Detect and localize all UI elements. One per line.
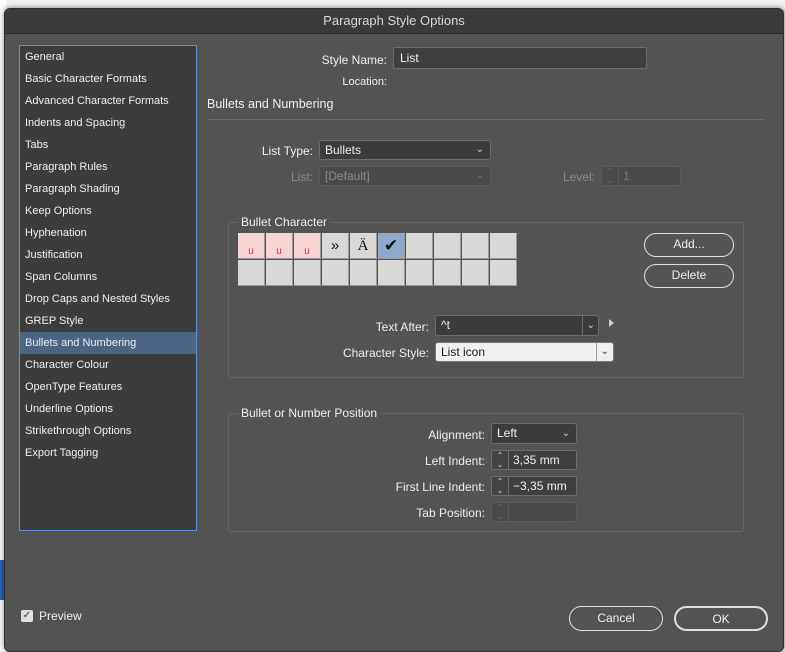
style-name-label: Style Name: — [321, 53, 387, 67]
alignment-label: Alignment: — [428, 428, 485, 442]
bullet-glyph: » — [330, 237, 340, 254]
bullet-position-title: Bullet or Number Position — [238, 406, 381, 420]
add-glyph-button[interactable]: Add... — [644, 233, 734, 257]
style-name-input[interactable]: List — [393, 47, 647, 69]
tab-position-label: Tab Position: — [416, 506, 485, 520]
bullet-glyph-cell[interactable]: u — [238, 233, 265, 259]
first-line-indent-label: First Line Indent: — [395, 480, 485, 494]
bullet-glyph-cell-empty[interactable] — [462, 260, 489, 286]
paragraph-style-options-dialog: Paragraph Style Options General Basic Cha… — [4, 8, 784, 652]
bullet-glyph-cell[interactable]: u — [266, 233, 293, 259]
chevron-down-icon: ⌄ — [475, 144, 484, 155]
sidebar-item-bullets-and-numbering[interactable]: Bullets and Numbering — [20, 332, 196, 354]
stepper-icon[interactable]: ⌃ ⌄ — [491, 502, 509, 522]
checkmark-icon: ✔ — [383, 236, 399, 255]
category-list: General Basic Character Formats Advanced C… — [19, 45, 197, 531]
level-stepper-icon[interactable]: ⌃ ⌄ — [601, 166, 619, 186]
delete-glyph-button[interactable]: Delete — [644, 264, 734, 288]
sidebar-item-keep-options[interactable]: Keep Options — [20, 200, 196, 222]
bullet-character-title: Bullet Character — [238, 215, 331, 229]
bullet-glyph: u — [276, 246, 282, 257]
section-divider — [207, 119, 765, 120]
list-select[interactable]: [Default] ⌄ — [319, 166, 491, 186]
alignment-value: Left — [497, 426, 518, 440]
list-label: List: — [290, 170, 313, 184]
character-style-select[interactable]: List icon ⌄ — [435, 342, 614, 362]
sidebar-item-tabs[interactable]: Tabs — [20, 134, 196, 156]
preview-checkbox[interactable]: ✓ — [21, 610, 33, 622]
bullet-glyph-cell-empty[interactable] — [490, 260, 517, 286]
bullet-glyph-cell-empty[interactable] — [406, 233, 433, 259]
sidebar-item-span-columns[interactable]: Span Columns — [20, 266, 196, 288]
left-indent-label: Left Indent: — [424, 454, 485, 468]
first-line-indent-input[interactable]: −3,35 mm — [509, 476, 577, 496]
sidebar-item-drop-caps-and-nested-styles[interactable]: Drop Caps and Nested Styles — [20, 288, 196, 310]
bullet-glyph: Ä — [357, 238, 369, 254]
location-label: Location: — [342, 76, 387, 88]
section-title: Bullets and Numbering — [207, 97, 334, 111]
list-type-select[interactable]: Bullets ⌄ — [319, 140, 491, 160]
sidebar-item-strikethrough-options[interactable]: Strikethrough Options — [20, 420, 196, 442]
sidebar-item-indents-and-spacing[interactable]: Indents and Spacing — [20, 112, 196, 134]
sidebar-item-paragraph-rules[interactable]: Paragraph Rules — [20, 156, 196, 178]
list-value: [Default] — [325, 169, 370, 183]
bullet-glyph-cell-empty[interactable] — [406, 260, 433, 286]
alignment-select[interactable]: Left ⌄ — [491, 423, 577, 444]
sidebar-item-opentype-features[interactable]: OpenType Features — [20, 376, 196, 398]
bullet-glyph-cell-empty[interactable] — [434, 260, 461, 286]
bullet-glyph-cell-empty[interactable] — [462, 233, 489, 259]
bullet-glyph-cell-empty[interactable] — [490, 233, 517, 259]
sidebar-item-hyphenation[interactable]: Hyphenation — [20, 222, 196, 244]
text-after-label: Text After: — [375, 320, 429, 334]
sidebar-item-justification[interactable]: Justification — [20, 244, 196, 266]
character-style-value: List icon — [441, 345, 486, 359]
text-after-combo[interactable]: ^t ⌄ — [435, 315, 599, 336]
sidebar-item-advanced-character-formats[interactable]: Advanced Character Formats — [20, 90, 196, 112]
left-indent-input[interactable]: 3,35 mm — [509, 450, 577, 470]
ok-button[interactable]: OK — [674, 606, 768, 631]
level-label: Level: — [562, 170, 595, 184]
bullet-glyph: u — [248, 246, 254, 257]
bullet-glyph-cell-empty[interactable] — [238, 260, 265, 286]
dialog-title: Paragraph Style Options — [5, 9, 783, 34]
sidebar-item-grep-style[interactable]: GREP Style — [20, 310, 196, 332]
bullet-glyph-cell-empty[interactable] — [378, 260, 405, 286]
bullet-glyph-cell-selected[interactable]: ✔ — [378, 233, 405, 259]
bullet-glyph-cell[interactable]: u — [294, 233, 321, 259]
bullet-glyph-cell-empty[interactable] — [266, 260, 293, 286]
bullet-glyph-cell[interactable]: » — [322, 233, 349, 259]
bullet-glyph-cell-empty[interactable] — [322, 260, 349, 286]
bullet-glyph-cell[interactable]: Ä — [350, 233, 377, 259]
chevron-down-icon: ⌄ — [595, 343, 609, 361]
sidebar-item-paragraph-shading[interactable]: Paragraph Shading — [20, 178, 196, 200]
sidebar-item-export-tagging[interactable]: Export Tagging — [20, 442, 196, 464]
list-type-value: Bullets — [325, 143, 362, 157]
sidebar-item-basic-character-formats[interactable]: Basic Character Formats — [20, 68, 196, 90]
stepper-icon[interactable]: ⌃ ⌄ — [491, 450, 509, 470]
chevron-down-icon: ⌄ — [581, 316, 595, 335]
sidebar-item-general[interactable]: General — [20, 46, 196, 68]
level-input[interactable]: 1 — [619, 166, 681, 186]
sidebar-item-character-colour[interactable]: Character Colour — [20, 354, 196, 376]
character-style-label: Character Style: — [342, 346, 429, 360]
list-type-label: List Type: — [261, 144, 313, 158]
text-after-value: ^t — [441, 318, 450, 332]
stepper-icon[interactable]: ⌃ ⌄ — [491, 476, 509, 496]
bullet-glyph-cell-empty[interactable] — [434, 233, 461, 259]
chevron-down-icon: ⌄ — [561, 428, 570, 439]
bullet-glyph: u — [304, 246, 310, 257]
bullet-glyph-cell-empty[interactable] — [350, 260, 377, 286]
tab-position-input[interactable] — [509, 502, 577, 522]
special-characters-menu-icon[interactable] — [609, 319, 614, 327]
cancel-button[interactable]: Cancel — [569, 606, 663, 631]
preview-label: Preview — [39, 609, 82, 623]
sidebar-item-underline-options[interactable]: Underline Options — [20, 398, 196, 420]
chevron-down-icon: ⌄ — [475, 170, 484, 181]
bullet-glyph-cell-empty[interactable] — [294, 260, 321, 286]
